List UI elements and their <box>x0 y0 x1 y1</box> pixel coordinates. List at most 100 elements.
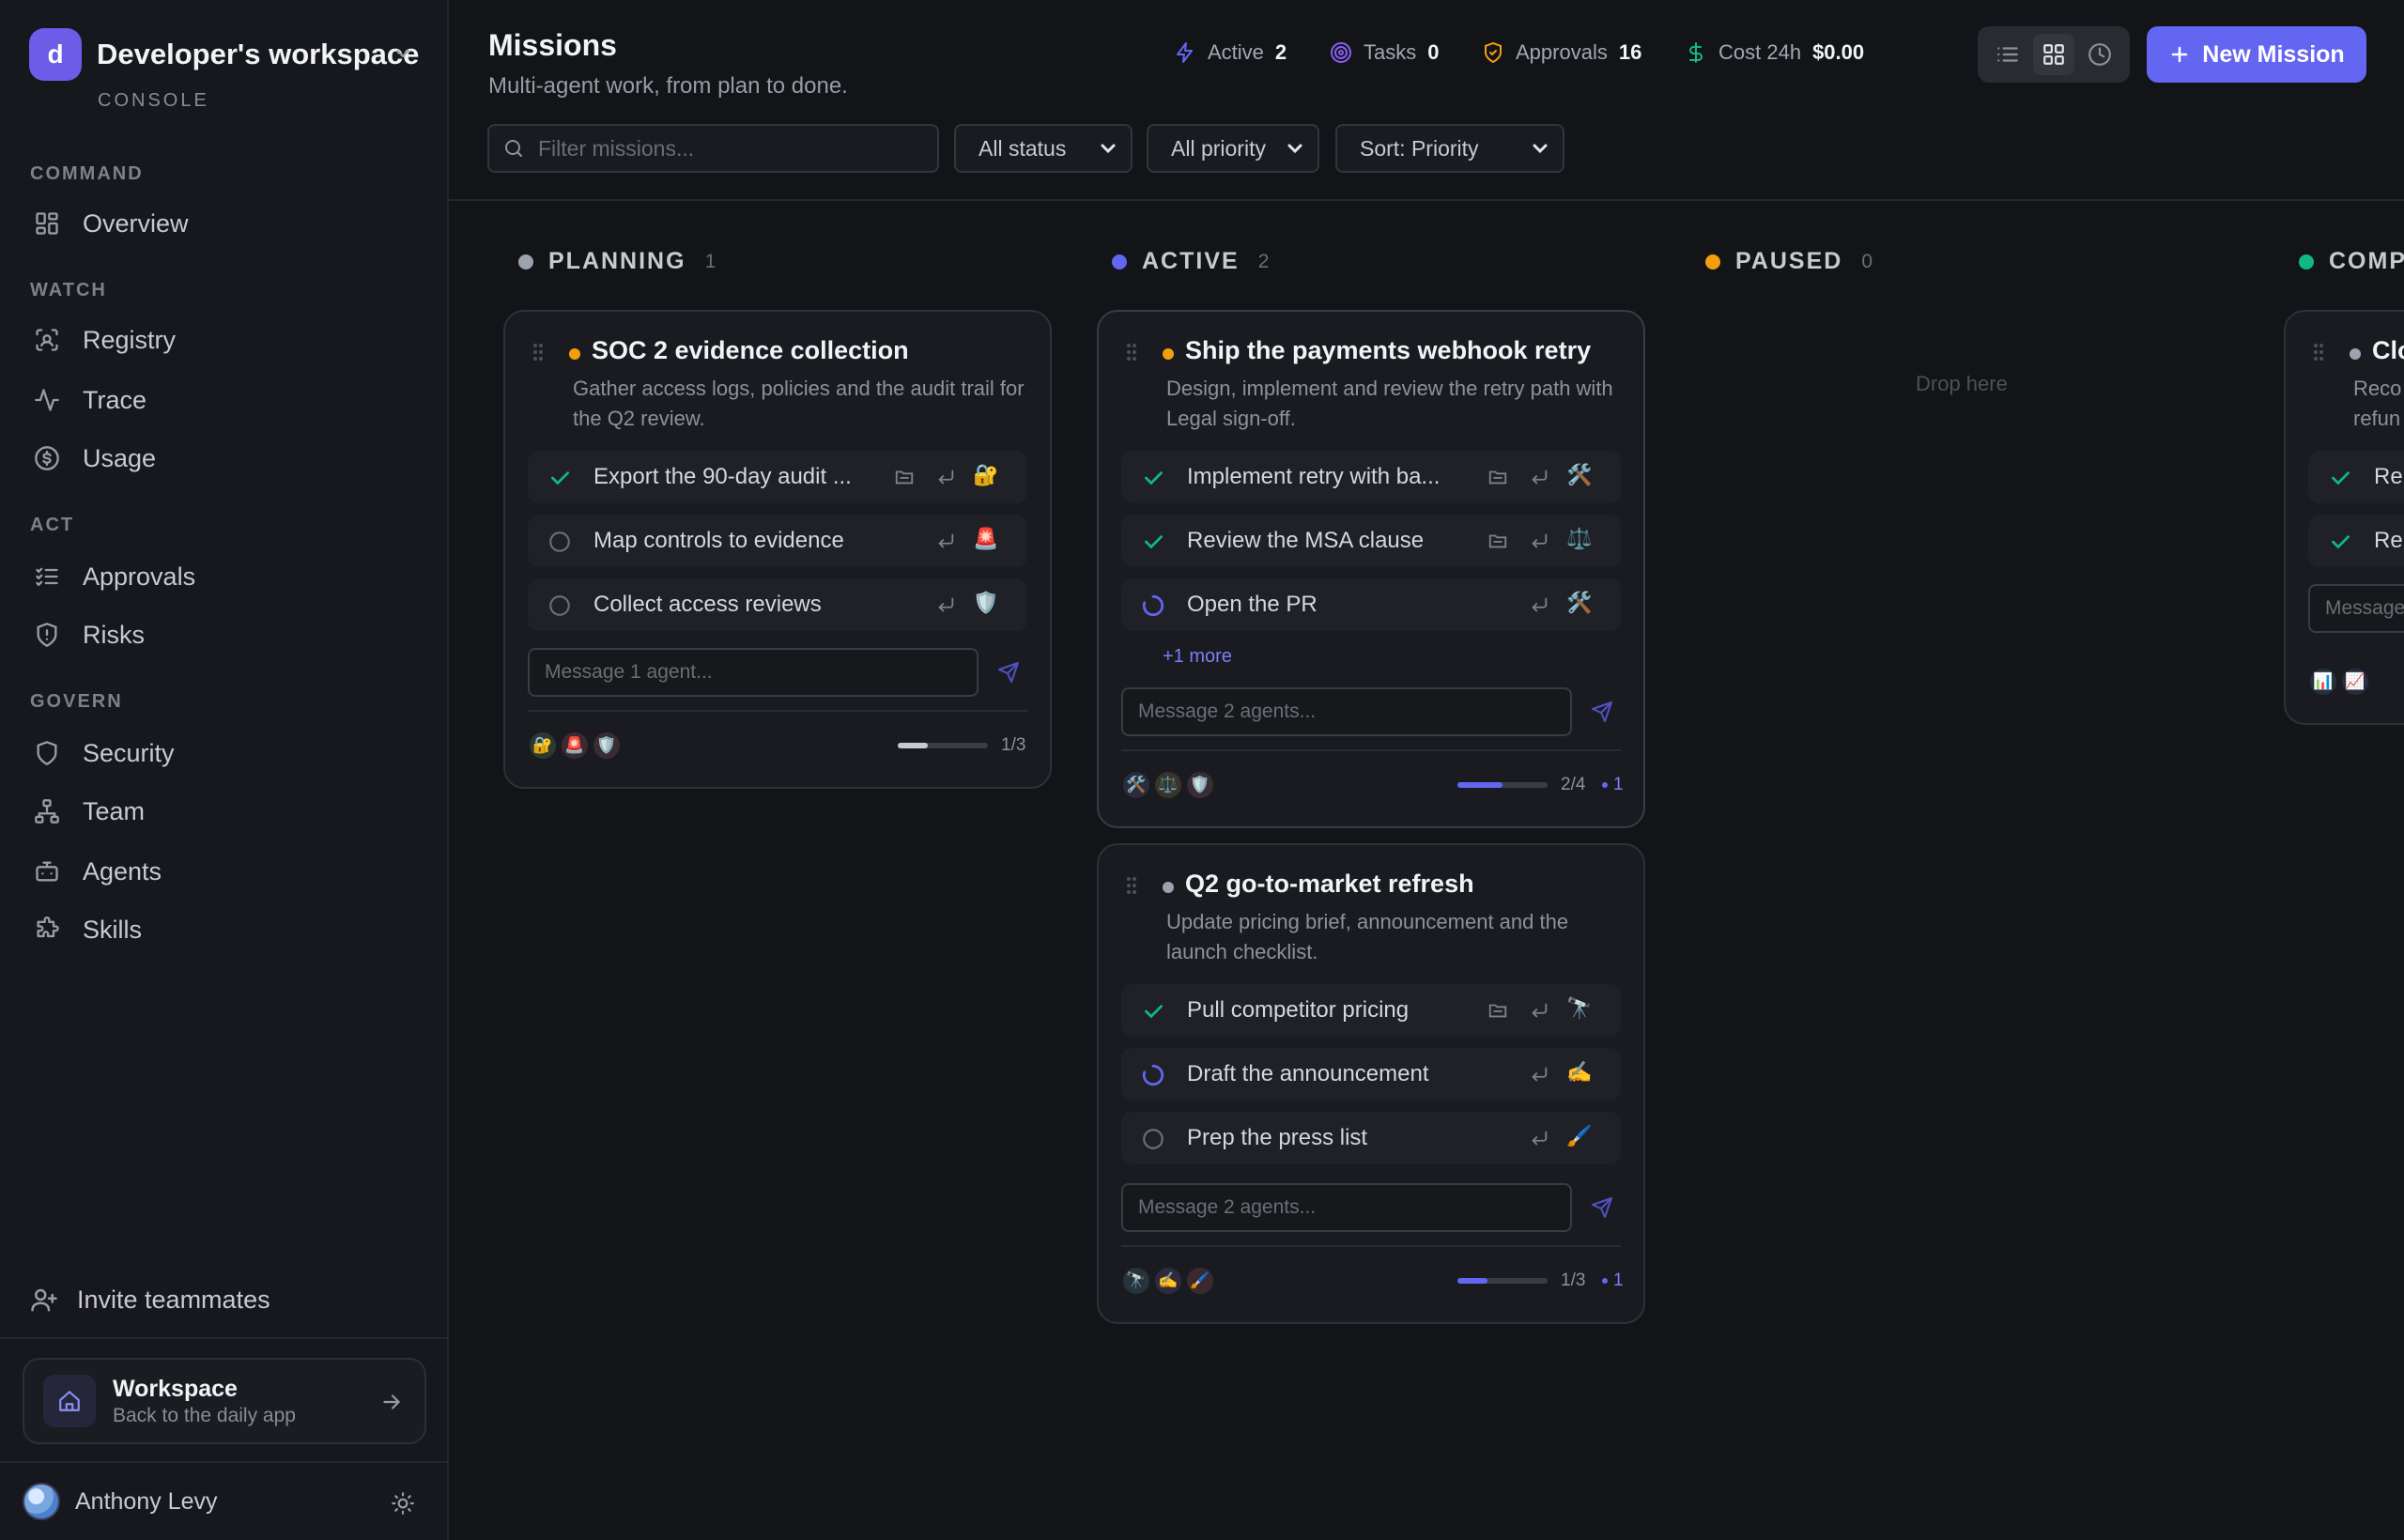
task-row[interactable]: Collect access reviews 🛡️ <box>528 578 1027 631</box>
task-row[interactable]: Map controls to evidence 🚨 <box>528 515 1027 567</box>
search-input[interactable]: Filter missions... <box>487 124 939 173</box>
user-profile[interactable]: Anthony Levy <box>23 1483 218 1520</box>
stat-tasks: Tasks 0 <box>1328 39 1440 66</box>
message-input[interactable]: Message 1 agent... <box>528 648 979 697</box>
drag-handle-icon[interactable] <box>532 342 545 362</box>
send-icon[interactable] <box>1591 701 1613 723</box>
sidebar-item-team[interactable]: Team <box>30 787 424 836</box>
sidebar-item-label: Team <box>83 796 146 825</box>
task-row[interactable]: Draft the announcement ✍️ <box>1121 1048 1621 1101</box>
workspace-card[interactable]: Workspace Back to the daily app <box>23 1358 426 1444</box>
drag-handle-icon[interactable] <box>1125 342 1138 362</box>
unread-badge[interactable]: 1 <box>1602 1270 1624 1291</box>
reply-icon[interactable] <box>1529 594 1549 615</box>
chevron-down-icon[interactable] <box>393 43 413 64</box>
agent-avatar[interactable]: ✍️ <box>1153 1266 1183 1296</box>
workspace-name: Developer's workspace <box>97 38 420 70</box>
status-dot <box>518 254 533 270</box>
check-icon <box>2327 529 2353 555</box>
reply-icon[interactable] <box>1529 531 1549 551</box>
description-line: refun <box>2353 407 2401 430</box>
agent-avatar[interactable]: 🖌️ <box>1185 1266 1215 1296</box>
agent-emoji: ⚖️ <box>1566 527 1593 550</box>
agent-avatar[interactable]: ⚖️ <box>1153 770 1183 800</box>
progress-bar <box>898 743 988 748</box>
check-icon <box>1140 998 1166 1024</box>
reply-icon[interactable] <box>1529 1064 1549 1085</box>
unread-badge[interactable]: 1 <box>1602 775 1624 795</box>
sidebar-item-agents[interactable]: Agents <box>30 847 424 896</box>
board-view-icon[interactable] <box>2032 34 2074 75</box>
task-row[interactable]: Pull competitor pricing 🔭 <box>1121 984 1621 1037</box>
agent-avatar[interactable]: 📈 <box>2340 667 2370 697</box>
sort-select[interactable]: Sort: Priority <box>1335 124 1564 173</box>
send-icon[interactable] <box>1591 1196 1613 1219</box>
task-row[interactable]: Re <box>2308 451 2404 503</box>
arrow-right-icon <box>379 1390 404 1414</box>
sidebar-item-usage[interactable]: Usage <box>30 434 424 483</box>
more-tasks-link[interactable]: +1 more <box>1163 646 1232 668</box>
agent-avatar[interactable]: 🔐 <box>528 731 558 761</box>
sidebar-item-risks[interactable]: Risks <box>30 610 424 659</box>
folder-icon[interactable] <box>1487 531 1508 551</box>
sidebar-item-trace[interactable]: Trace <box>30 376 424 424</box>
chevron-down-icon <box>1284 137 1306 160</box>
task-row[interactable]: Open the PR 🛠️ <box>1121 578 1621 631</box>
folder-icon[interactable] <box>894 467 915 487</box>
agent-avatar[interactable]: 🛠️ <box>1121 770 1151 800</box>
folder-icon[interactable] <box>1487 1000 1508 1021</box>
puzzle-icon <box>30 913 64 947</box>
user-name: Anthony Levy <box>75 1487 218 1515</box>
folder-icon[interactable] <box>1487 467 1508 487</box>
agent-avatar[interactable]: 🔭 <box>1121 1266 1151 1296</box>
plus-icon <box>2168 43 2191 66</box>
mission-card-partial[interactable]: Clo Reco refun Re Re Message 📊 📈 <box>2284 310 2404 725</box>
list-view-icon[interactable] <box>1987 34 2028 75</box>
sidebar-item-approvals[interactable]: Approvals <box>30 552 424 601</box>
sidebar-item-registry[interactable]: Registry <box>30 316 424 364</box>
agent-avatars: 🔐 🚨 🛡️ <box>528 731 624 761</box>
clock-icon[interactable] <box>2079 34 2120 75</box>
divider <box>449 199 2404 201</box>
workspace-switcher[interactable]: d Developer's workspace <box>29 28 419 81</box>
reply-icon[interactable] <box>1529 467 1549 487</box>
agent-avatar[interactable]: 📊 <box>2308 667 2338 697</box>
task-row[interactable]: Export the 90-day audit ... 🔐 <box>528 451 1027 503</box>
invite-teammates-button[interactable]: Invite teammates <box>30 1275 270 1324</box>
sidebar-item-security[interactable]: Security <box>30 729 424 778</box>
reply-icon[interactable] <box>935 467 956 487</box>
mission-card-payments[interactable]: Ship the payments webhook retry Design, … <box>1097 310 1645 828</box>
task-row[interactable]: Re <box>2308 515 2404 567</box>
agent-avatar[interactable]: 🛡️ <box>1185 770 1215 800</box>
divider <box>1121 1245 1621 1247</box>
drop-zone[interactable]: Drop here <box>1916 372 2008 396</box>
progress-bar <box>1457 1278 1548 1284</box>
sidebar-item-skills[interactable]: Skills <box>30 905 424 954</box>
priority-select[interactable]: All priority <box>1147 124 1319 173</box>
task-row[interactable]: Review the MSA clause ⚖️ <box>1121 515 1621 567</box>
sun-icon[interactable] <box>391 1491 415 1516</box>
reply-icon[interactable] <box>935 531 956 551</box>
sidebar-item-overview[interactable]: Overview <box>30 199 424 248</box>
mission-card-soc2[interactable]: SOC 2 evidence collection Gather access … <box>503 310 1052 789</box>
reply-icon[interactable] <box>1529 1128 1549 1148</box>
status-select[interactable]: All status <box>954 124 1133 173</box>
task-row[interactable]: Prep the press list 🖌️ <box>1121 1112 1621 1164</box>
reply-icon[interactable] <box>935 594 956 615</box>
invite-label: Invite teammates <box>77 1285 270 1314</box>
mission-card-gtm[interactable]: Q2 go-to-market refresh Update pricing b… <box>1097 843 1645 1324</box>
message-input[interactable]: Message <box>2308 584 2404 633</box>
spinner-icon <box>1140 593 1166 619</box>
drag-handle-icon[interactable] <box>2312 342 2325 362</box>
task-title: Map controls to evidence <box>593 528 844 553</box>
message-input[interactable]: Message 2 agents... <box>1121 1183 1572 1232</box>
reply-icon[interactable] <box>1529 1000 1549 1021</box>
message-input[interactable]: Message 2 agents... <box>1121 687 1572 736</box>
send-icon[interactable] <box>997 661 1020 684</box>
agent-avatar[interactable]: 🛡️ <box>592 731 622 761</box>
agent-avatar[interactable]: 🚨 <box>560 731 590 761</box>
drag-handle-icon[interactable] <box>1125 875 1138 896</box>
agent-emoji: 🔭 <box>1566 996 1593 1020</box>
new-mission-button[interactable]: New Mission <box>2147 26 2366 83</box>
task-row[interactable]: Implement retry with ba... 🛠️ <box>1121 451 1621 503</box>
